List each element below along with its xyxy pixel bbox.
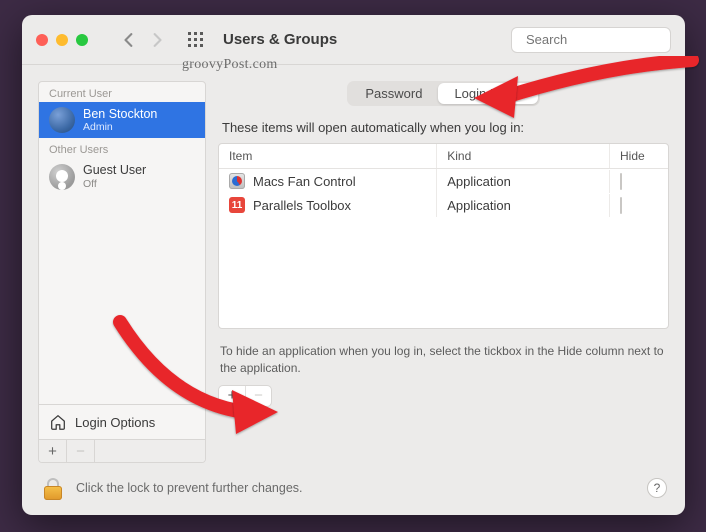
- sidebar-add-remove: + −: [39, 439, 205, 462]
- house-icon: [49, 413, 67, 431]
- window-controls: [36, 34, 88, 46]
- main-panel: Password Login Items These items will op…: [218, 81, 669, 463]
- avatar-icon: [49, 107, 75, 133]
- item-kind: Application: [437, 170, 610, 193]
- users-sidebar: Current User Ben Stockton Admin Other Us…: [38, 81, 206, 463]
- sidebar-add-button[interactable]: +: [39, 440, 67, 462]
- login-options-button[interactable]: Login Options: [39, 404, 205, 439]
- login-items-description: These items will open automatically when…: [218, 120, 669, 135]
- tab-password[interactable]: Password: [349, 83, 438, 104]
- tab-login-items[interactable]: Login Items: [438, 83, 537, 104]
- lock-row: Click the lock to prevent further change…: [22, 471, 685, 515]
- sidebar-remove-button[interactable]: −: [67, 440, 95, 462]
- user-role: Admin: [83, 121, 157, 133]
- user-row-current[interactable]: Ben Stockton Admin: [39, 102, 205, 138]
- items-add-remove: + −: [218, 385, 272, 407]
- close-icon[interactable]: [36, 34, 48, 46]
- user-name: Guest User: [83, 163, 146, 177]
- show-all-icon[interactable]: [188, 32, 203, 47]
- table-header: Item Kind Hide: [219, 144, 668, 169]
- user-role: Off: [83, 178, 146, 190]
- parallels-icon: 11: [229, 197, 245, 213]
- section-label-other: Other Users: [39, 138, 205, 158]
- item-name: Macs Fan Control: [253, 174, 356, 189]
- window-title: Users & Groups: [223, 31, 337, 48]
- minimize-icon[interactable]: [56, 34, 68, 46]
- remove-item-button[interactable]: −: [245, 386, 271, 406]
- search-field[interactable]: [511, 27, 671, 53]
- table-row[interactable]: Macs Fan Control Application: [219, 169, 668, 193]
- user-row-guest[interactable]: Guest User Off: [39, 158, 205, 194]
- content-area: Current User Ben Stockton Admin Other Us…: [22, 65, 685, 471]
- hide-checkbox[interactable]: [620, 197, 622, 214]
- preferences-window: Users & Groups groovyPost.com Current Us…: [22, 15, 685, 515]
- tab-bar: Password Login Items: [347, 81, 539, 106]
- avatar-icon: [49, 164, 75, 190]
- login-items-table: Item Kind Hide Macs Fan Control Applicat…: [218, 143, 669, 329]
- zoom-icon[interactable]: [76, 34, 88, 46]
- lock-text: Click the lock to prevent further change…: [76, 481, 303, 495]
- search-input[interactable]: [526, 32, 685, 47]
- back-button[interactable]: [122, 33, 136, 47]
- hide-hint: To hide an application when you log in, …: [218, 343, 669, 377]
- item-kind: Application: [437, 194, 610, 217]
- add-item-button[interactable]: +: [219, 386, 245, 406]
- col-hide[interactable]: Hide: [610, 144, 668, 168]
- user-name: Ben Stockton: [83, 107, 157, 121]
- col-kind[interactable]: Kind: [437, 144, 610, 168]
- col-item[interactable]: Item: [219, 144, 437, 168]
- hide-checkbox[interactable]: [620, 173, 622, 190]
- nav-buttons: [122, 33, 164, 47]
- login-options-label: Login Options: [75, 415, 155, 430]
- table-row[interactable]: 11 Parallels Toolbox Application: [219, 193, 668, 217]
- item-name: Parallels Toolbox: [253, 198, 351, 213]
- help-button[interactable]: ?: [647, 478, 667, 498]
- toolbar: Users & Groups: [22, 15, 685, 65]
- forward-button[interactable]: [150, 33, 164, 47]
- lock-icon[interactable]: [40, 475, 66, 501]
- section-label-current: Current User: [39, 82, 205, 102]
- fan-icon: [229, 173, 245, 189]
